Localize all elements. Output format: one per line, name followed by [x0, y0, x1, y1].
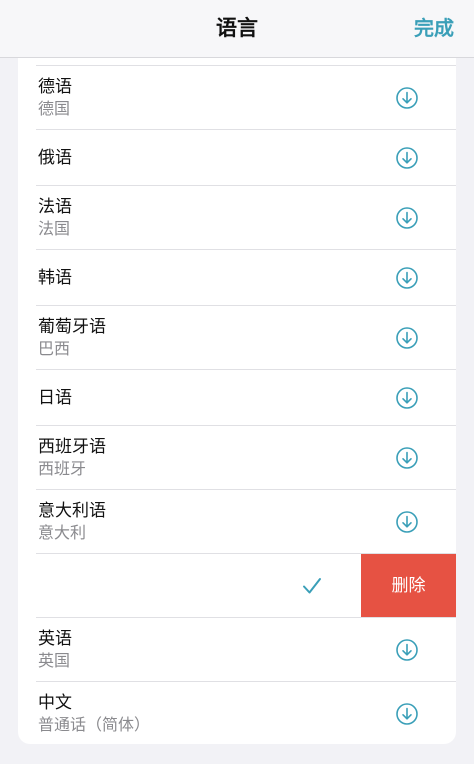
checkmark-icon	[303, 578, 321, 594]
language-row-text: 中文普通话（简体）	[38, 692, 150, 736]
language-row[interactable]: 日语	[18, 370, 456, 426]
language-row-text: 英语 英国	[38, 628, 72, 672]
download-circle-icon[interactable]	[395, 206, 419, 230]
list-item-partial	[18, 58, 456, 66]
download-circle-icon[interactable]	[395, 146, 419, 170]
language-row[interactable]: 意大利语 意大利	[18, 490, 456, 554]
language-row-text: 日语	[38, 387, 72, 409]
language-row[interactable]: 葡萄牙语 巴西	[18, 306, 456, 370]
delete-button[interactable]: 删除	[361, 554, 456, 618]
language-row-text: 德语 德国	[38, 76, 72, 120]
language-name: 韩语	[38, 268, 72, 288]
download-circle-icon[interactable]	[395, 638, 419, 662]
language-row[interactable]: 法语 法国	[18, 186, 456, 250]
language-row[interactable]: 德语 德国	[18, 66, 456, 130]
language-region: 德国	[38, 99, 71, 118]
language-name: 葡萄牙语	[38, 317, 106, 337]
language-row[interactable]: 俄语	[18, 130, 456, 186]
language-region: 巴西	[38, 339, 71, 358]
download-circle-icon[interactable]	[395, 386, 419, 410]
language-row[interactable]: 韩语	[18, 250, 456, 306]
language-row-text: 法语 法国	[38, 196, 72, 240]
language-name: 中文	[38, 693, 72, 713]
language-region: 英国	[38, 651, 71, 670]
language-row[interactable]: 西班牙语 西班牙	[18, 426, 456, 490]
language-name: 法语	[38, 197, 72, 217]
language-region: 普通话（简体）	[38, 715, 151, 734]
download-circle-icon[interactable]	[395, 266, 419, 290]
language-name: 俄语	[38, 148, 72, 168]
done-button[interactable]: 完成	[414, 12, 454, 41]
language-row[interactable]: 中文普通话（简体）	[18, 682, 456, 744]
language-region: 西班牙	[38, 459, 87, 478]
language-row-text: 韩语	[38, 267, 72, 289]
language-row[interactable]: 英语 英国	[18, 618, 456, 682]
language-name: 西班牙语	[38, 437, 106, 457]
language-name: 德语	[38, 77, 72, 97]
page-title: 语言	[216, 16, 258, 40]
download-circle-icon[interactable]	[395, 702, 419, 726]
language-row-text: 葡萄牙语 巴西	[38, 316, 106, 360]
language-name: 英语	[38, 629, 72, 649]
language-name: 意大利语	[38, 501, 106, 521]
download-circle-icon[interactable]	[395, 446, 419, 470]
language-row-text: 西班牙语 西班牙	[38, 436, 106, 480]
download-circle-icon[interactable]	[395, 326, 419, 350]
language-region: 意大利	[38, 523, 87, 542]
language-name: 日语	[38, 388, 72, 408]
language-region: 法国	[38, 219, 71, 238]
language-list: 德语德国俄语法语法国韩语葡萄牙语巴西日语西班牙语西班牙意大利语意大利删除英语英国…	[18, 58, 456, 744]
navigation-bar: 语言 完成	[0, 0, 474, 58]
download-circle-icon[interactable]	[395, 510, 419, 534]
download-circle-icon[interactable]	[395, 86, 419, 110]
language-row-text: 俄语	[38, 147, 72, 169]
language-row-text: 意大利语 意大利	[38, 500, 106, 544]
swiped-language-row[interactable]: 删除	[18, 554, 456, 618]
